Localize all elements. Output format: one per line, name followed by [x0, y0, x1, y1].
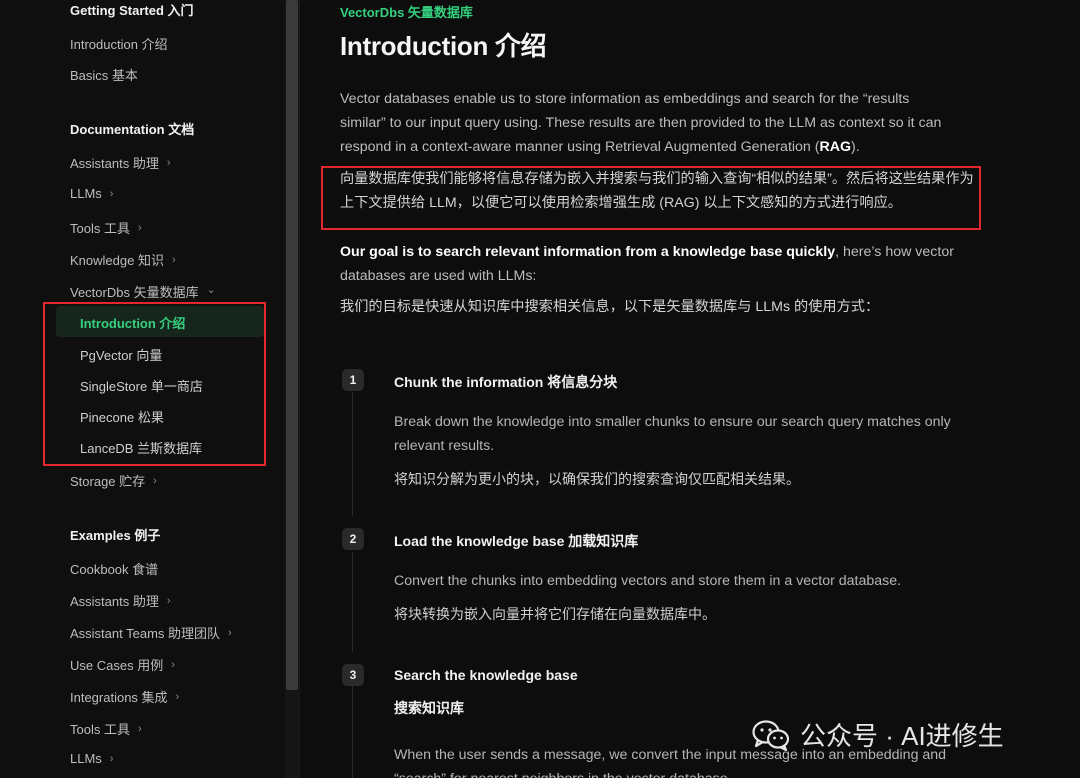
breadcrumb[interactable]: VectorDbs 矢量数据库	[340, 2, 473, 21]
sidebar-item-label: LLMs	[70, 751, 102, 766]
sidebar-item-label: Assistant Teams 助理团队	[70, 626, 221, 641]
step-connector	[352, 686, 353, 778]
sidebar-item-integrations[interactable]: Integrations 集成 ›	[70, 687, 179, 706]
chevron-right-icon: ›	[166, 594, 171, 607]
wechat-icon	[752, 719, 790, 751]
chevron-right-icon: ›	[109, 752, 114, 765]
sidebar-item-tools[interactable]: Tools 工具 ›	[70, 218, 142, 237]
chevron-down-icon: ⌄	[206, 284, 216, 296]
docs-page: Getting Started 入门 Introduction 介绍 Basic…	[0, 0, 1080, 778]
step-title-cn: 搜索知识库	[394, 700, 464, 716]
section-title-examples: Examples 例子	[70, 528, 161, 543]
sidebar-scrollbar-thumb[interactable]	[286, 0, 298, 690]
sidebar-item-llms[interactable]: LLMs ›	[70, 186, 113, 201]
sidebar-item-example-assistants[interactable]: Assistants 助理 ›	[70, 591, 171, 610]
sidebar-item-label: Assistants 助理	[70, 156, 159, 171]
sidebar-item-introduction[interactable]: Introduction 介绍	[70, 34, 168, 53]
sidebar: Getting Started 入门 Introduction 介绍 Basic…	[0, 0, 285, 778]
sidebar-item-label: Tools 工具	[70, 722, 130, 737]
sidebar-item-basics[interactable]: Basics 基本	[70, 65, 138, 84]
step-number: 2	[342, 528, 364, 550]
sidebar-item-label: Storage 贮存	[70, 474, 146, 489]
sidebar-item-label: Assistants 助理	[70, 594, 159, 609]
chevron-right-icon: ›	[171, 253, 176, 266]
sidebar-item-vectordbs[interactable]: VectorDbs 矢量数据库 ⌄	[70, 282, 216, 301]
sidebar-item-example-tools[interactable]: Tools 工具 ›	[70, 719, 142, 738]
chevron-right-icon: ›	[137, 221, 142, 234]
sidebar-item-storage[interactable]: Storage 贮存 ›	[70, 471, 157, 490]
intro-text-end: ).	[851, 139, 860, 155]
intro-bold: RAG	[819, 139, 852, 155]
sidebar-item-assistants[interactable]: Assistants 助理 ›	[70, 153, 171, 172]
chevron-right-icon: ›	[175, 690, 180, 703]
sidebar-item-label: Cookbook 食谱	[70, 562, 159, 577]
step-cn: 将块转换为嵌入向量并将它们存储在向量数据库中。	[394, 606, 716, 622]
main-content: VectorDbs 矢量数据库 Introduction 介绍 Vector d…	[300, 0, 1080, 778]
section-title-documentation: Documentation 文档	[70, 122, 195, 137]
step-text: Break down the knowledge into smaller ch…	[394, 414, 951, 454]
step-title: Load the knowledge base 加载知识库	[394, 533, 639, 549]
sidebar-item-label: VectorDbs 矢量数据库	[70, 285, 199, 300]
goal-paragraph: Our goal is to search relevant informati…	[340, 240, 955, 288]
step-title: Chunk the information 将信息分块	[394, 374, 618, 390]
sidebar-item-label: Introduction 介绍	[70, 37, 168, 52]
step-text: Convert the chunks into embedding vector…	[394, 573, 902, 589]
chevron-right-icon: ›	[171, 658, 175, 671]
sidebar-item-cookbook[interactable]: Cookbook 食谱	[70, 559, 158, 578]
goal-cn: 我们的目标是快速从知识库中搜索相关信息，以下是矢量数据库与 LLMs 的使用方式…	[340, 299, 880, 315]
chevron-right-icon: ›	[137, 722, 142, 735]
sidebar-item-example-llms[interactable]: LLMs ›	[70, 751, 113, 766]
step-number: 1	[342, 369, 364, 391]
step-connector	[352, 552, 353, 652]
step-connector	[352, 392, 353, 516]
sidebar-item-label: Use Cases 用例	[70, 658, 164, 673]
step-cn: 将知识分解为更小的块，以确保我们的搜索查询仅匹配相关结果。	[394, 471, 800, 487]
step-title: Search the knowledge base	[394, 667, 578, 683]
section-title-getting-started: Getting Started 入门	[70, 3, 194, 18]
highlight-box-sidebar	[43, 302, 266, 466]
watermark: 公众号 · AI进修生	[752, 716, 1004, 753]
goal-bold: Our goal is to search relevant informati…	[340, 244, 836, 260]
highlight-box-intro	[321, 166, 981, 230]
page-title: Introduction 介绍	[340, 31, 547, 61]
chevron-right-icon: ›	[109, 187, 114, 200]
sidebar-item-label: Integrations 集成	[70, 690, 168, 705]
sidebar-item-label: LLMs	[70, 186, 102, 201]
sidebar-item-knowledge[interactable]: Knowledge 知识 ›	[70, 250, 176, 269]
sidebar-item-use-cases[interactable]: Use Cases 用例 ›	[70, 655, 175, 674]
sidebar-item-label: Knowledge 知识	[70, 253, 164, 268]
sidebar-item-assistant-teams[interactable]: Assistant Teams 助理团队 ›	[70, 623, 232, 642]
watermark-text: 公众号 · AI进修生	[800, 721, 1004, 751]
intro-paragraph: Vector databases enable us to store info…	[340, 87, 955, 159]
chevron-right-icon: ›	[153, 474, 157, 487]
chevron-right-icon: ›	[228, 626, 232, 639]
sidebar-item-label: Basics 基本	[70, 68, 138, 83]
chevron-right-icon: ›	[166, 156, 171, 169]
sidebar-item-label: Tools 工具	[70, 221, 130, 236]
step-number: 3	[342, 664, 364, 686]
